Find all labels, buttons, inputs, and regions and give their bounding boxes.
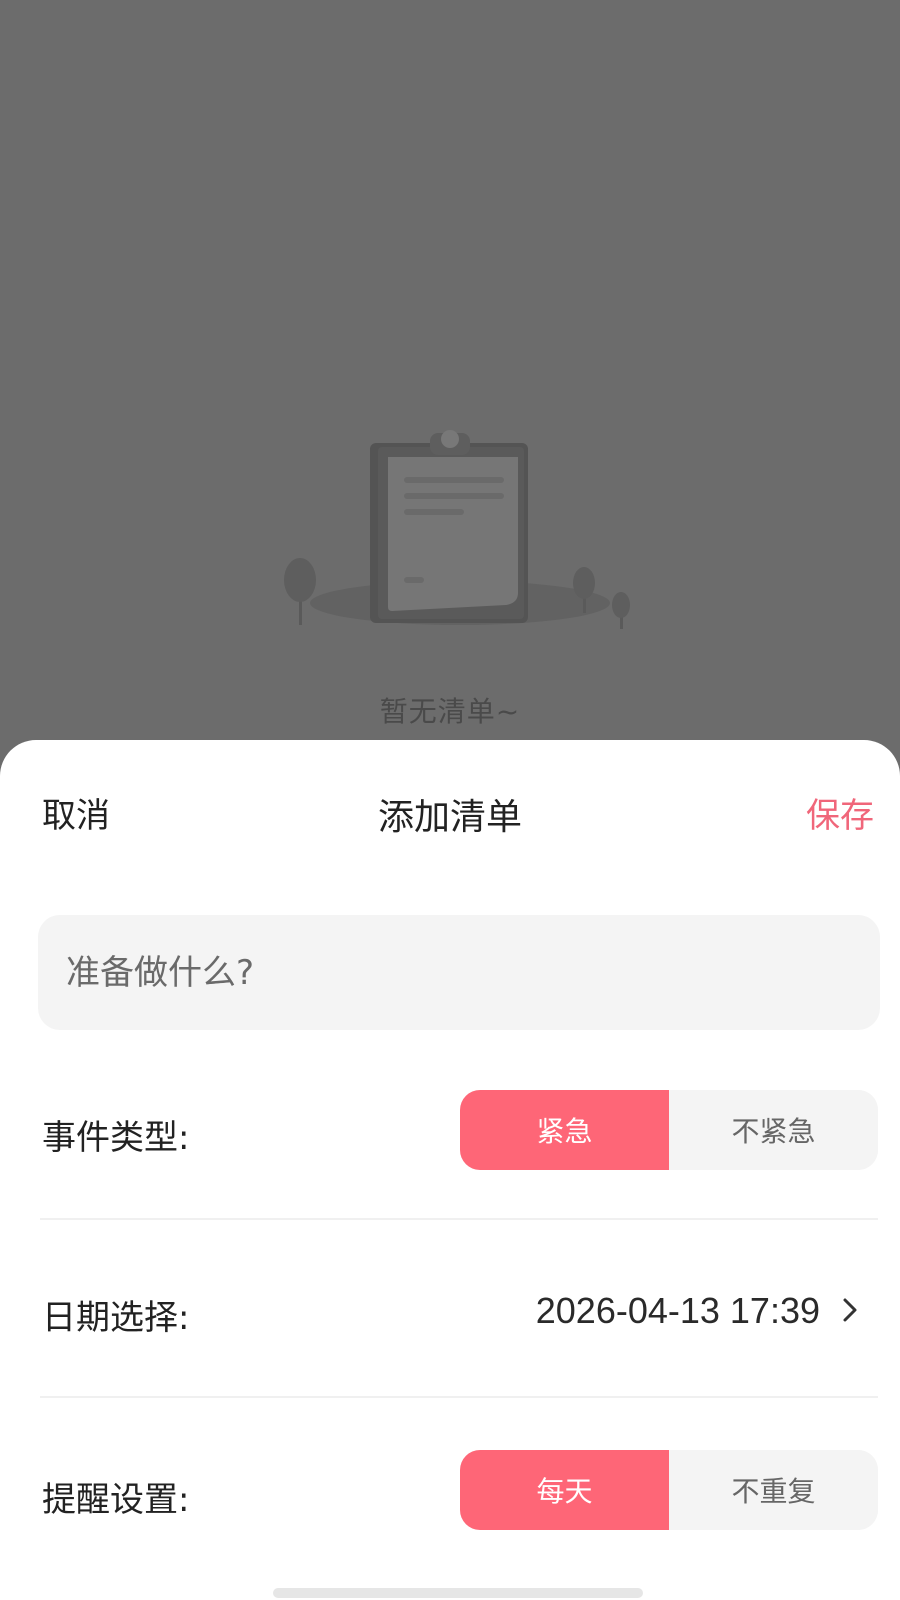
- reminder-row: 提醒设置: 每天 不重复: [40, 1450, 878, 1530]
- save-button[interactable]: 保存: [806, 788, 874, 837]
- date-value[interactable]: 2026-04-13 17:39: [536, 1290, 820, 1332]
- sheet-title: 添加清单: [377, 797, 522, 838]
- reminder-option-daily[interactable]: 每天: [460, 1450, 669, 1530]
- empty-list-message: 暂无清单~: [379, 695, 521, 728]
- clipboard-empty-illustration: [284, 430, 630, 629]
- tree-icon: [612, 592, 630, 629]
- event-type-option-not-urgent[interactable]: 不紧急: [669, 1090, 878, 1170]
- reminder-label: 提醒设置:: [42, 1480, 190, 1520]
- chevron-right-icon[interactable]: [836, 1296, 864, 1324]
- divider: [40, 1218, 878, 1220]
- date-label: 日期选择:: [42, 1298, 190, 1338]
- sheet-header: 取消 添加清单 保存: [0, 740, 900, 875]
- event-type-segmented-control: 紧急 不紧急: [460, 1090, 878, 1170]
- dimmed-background-page: 暂无清单~: [0, 0, 900, 760]
- divider: [40, 1396, 878, 1398]
- event-type-option-urgent[interactable]: 紧急: [460, 1090, 669, 1170]
- tree-icon: [284, 558, 316, 625]
- task-input[interactable]: [38, 915, 880, 1030]
- event-type-label: 事件类型:: [42, 1118, 190, 1158]
- reminder-option-no-repeat[interactable]: 不重复: [669, 1450, 878, 1530]
- reminder-segmented-control: 每天 不重复: [460, 1450, 878, 1530]
- home-indicator: [273, 1588, 643, 1598]
- event-type-row: 事件类型: 紧急 不紧急: [40, 1090, 878, 1170]
- add-list-bottom-sheet: 取消 添加清单 保存 事件类型: 紧急 不紧急 日期选择: 2026-04-13…: [0, 740, 900, 1600]
